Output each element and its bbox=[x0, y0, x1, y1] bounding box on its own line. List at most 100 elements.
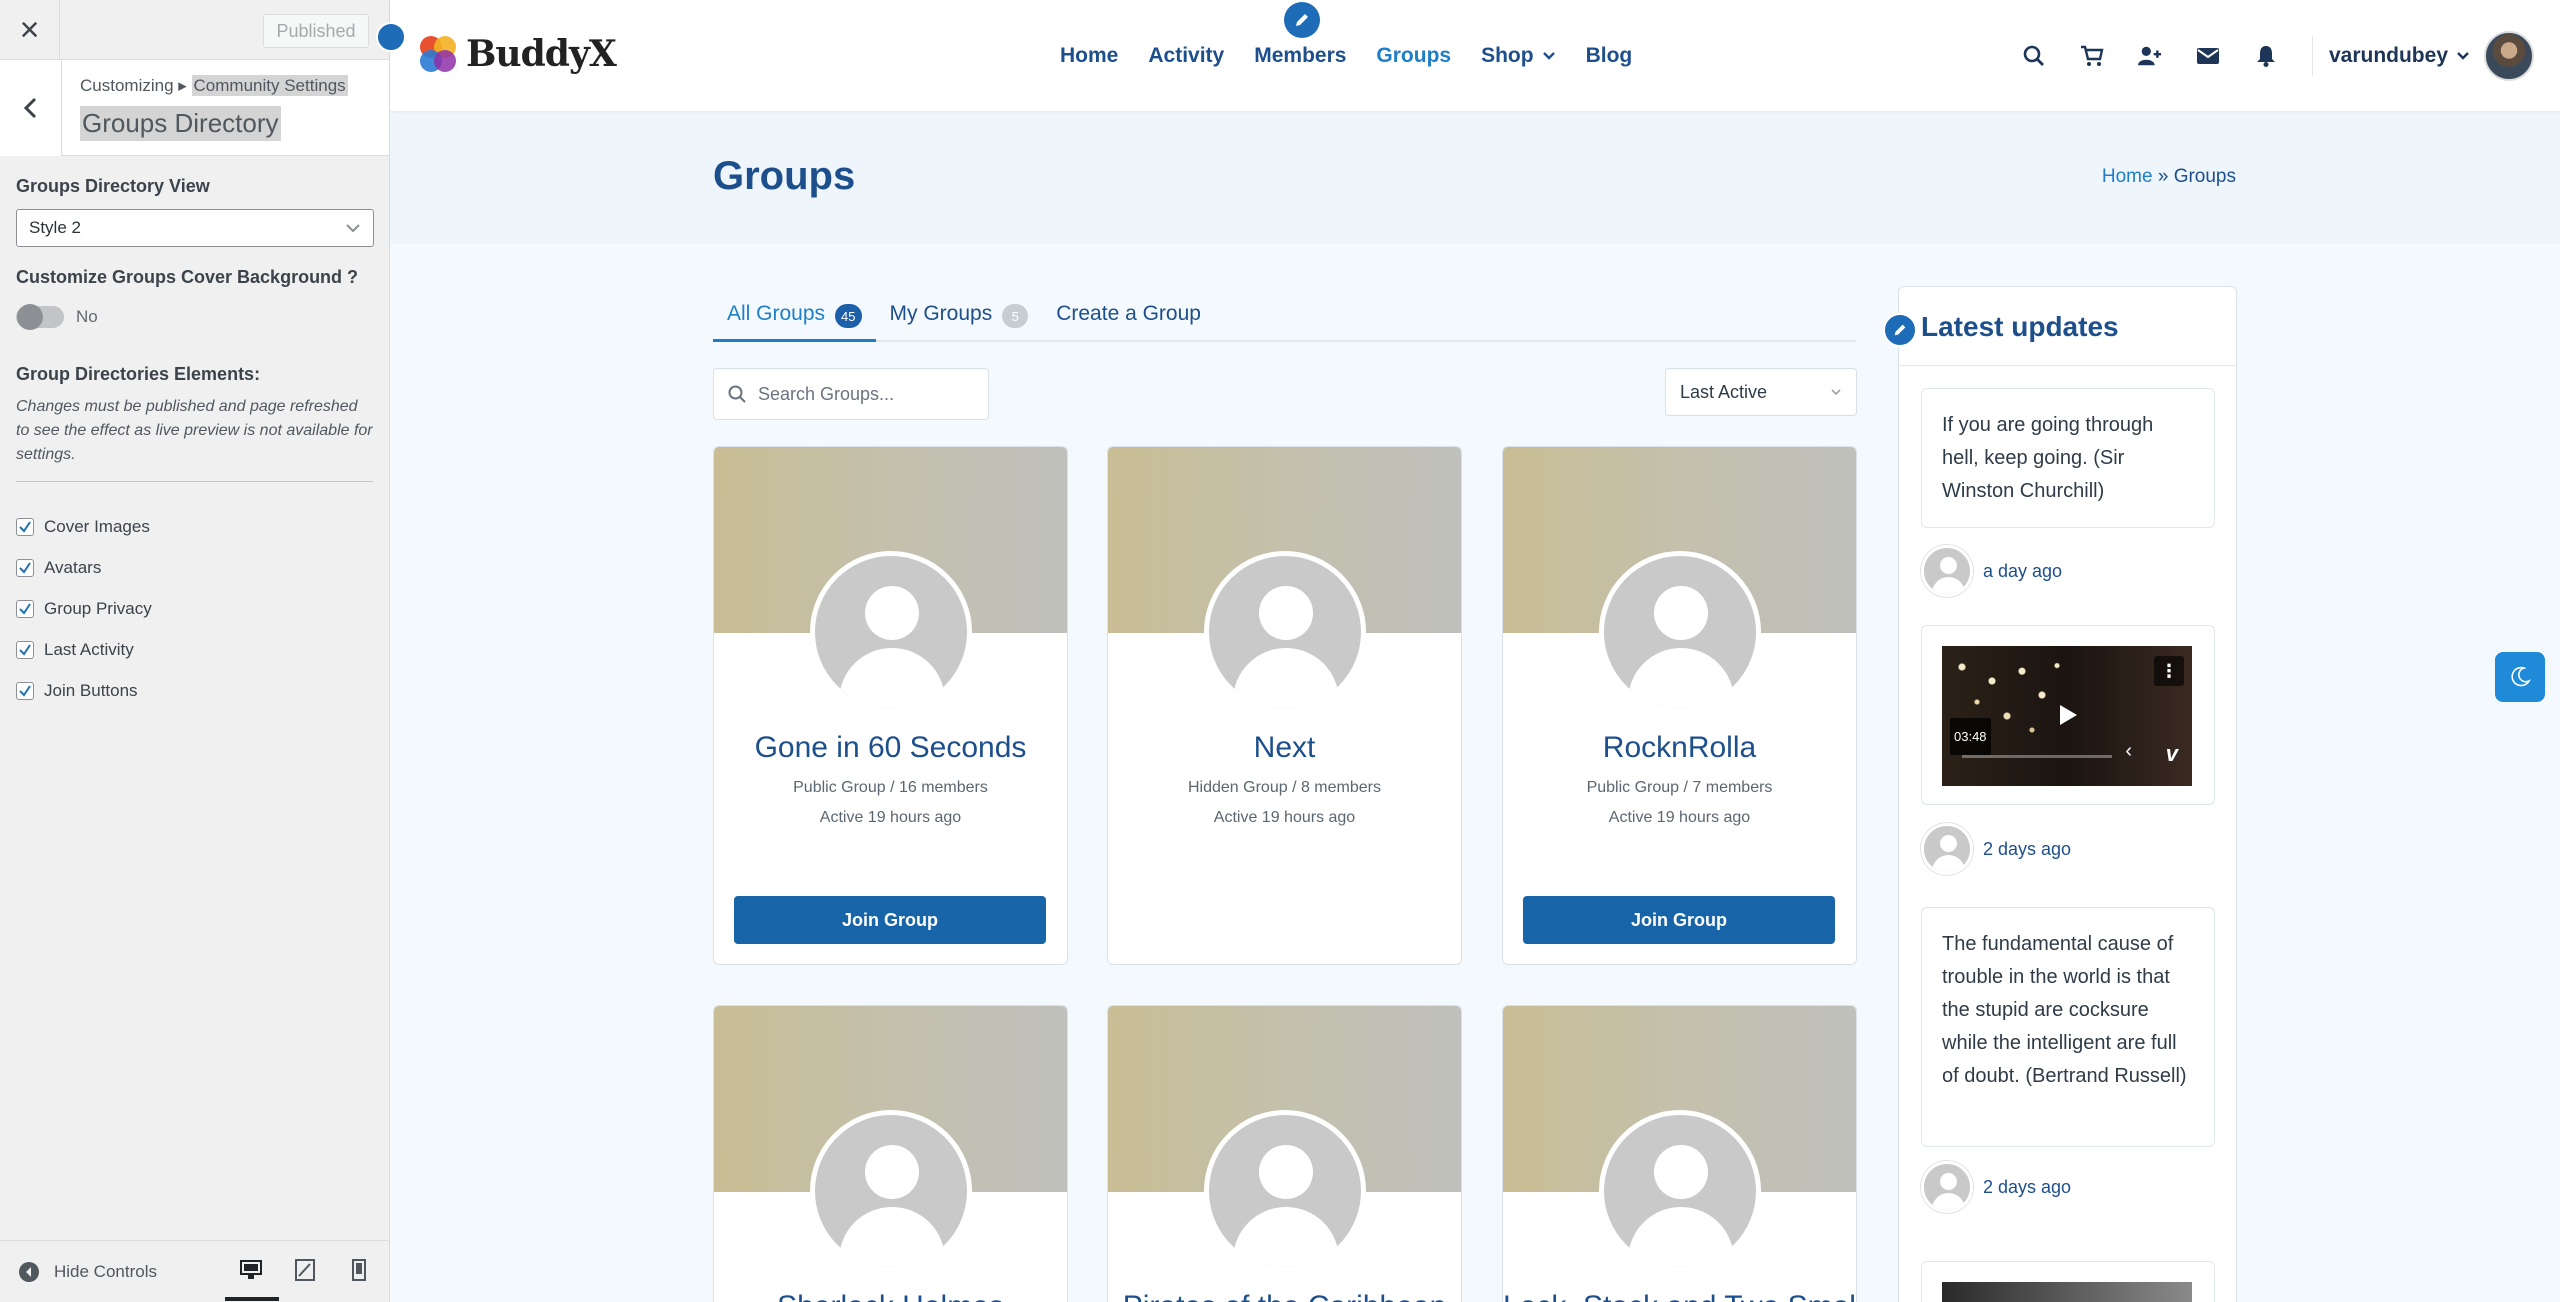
notifications-bell-icon[interactable] bbox=[2254, 44, 2278, 68]
user-menu[interactable]: varundubey bbox=[2329, 44, 2470, 68]
group-avatar[interactable] bbox=[1599, 1110, 1761, 1272]
tablet-preview-button[interactable] bbox=[289, 1253, 321, 1287]
groups-tabs: All Groups 45 My Groups 5 Create a Group bbox=[713, 296, 1856, 342]
checkbox-cover-images[interactable]: Cover Images bbox=[16, 506, 373, 547]
group-name[interactable]: Next bbox=[1108, 731, 1461, 765]
group-name[interactable]: Gone in 60 Seconds bbox=[714, 731, 1067, 765]
nav-home[interactable]: Home bbox=[1060, 44, 1118, 68]
update-time[interactable]: 2 days ago bbox=[1983, 1177, 2071, 1198]
messages-icon[interactable] bbox=[2196, 44, 2220, 68]
nav-blog[interactable]: Blog bbox=[1586, 44, 1633, 68]
group-card[interactable]: Next Hidden Group / 8 members Active 19 … bbox=[1107, 446, 1462, 965]
buddyx-logo-icon bbox=[420, 36, 456, 72]
join-group-button[interactable]: Join Group bbox=[1523, 896, 1835, 944]
search-icon[interactable] bbox=[2022, 44, 2046, 68]
cover-bg-toggle[interactable] bbox=[16, 304, 64, 330]
group-meta: Public Group / 16 members bbox=[793, 779, 988, 796]
divider bbox=[1899, 365, 2236, 366]
avatar[interactable] bbox=[1921, 545, 1973, 597]
close-icon: × bbox=[19, 10, 40, 49]
edit-widget-pencil-icon[interactable] bbox=[1883, 313, 1917, 347]
group-name[interactable]: RocknRolla bbox=[1503, 731, 1856, 765]
close-customizer-button[interactable]: × bbox=[0, 0, 60, 60]
tab-create-group[interactable]: Create a Group bbox=[1042, 296, 1215, 342]
avatar[interactable] bbox=[1921, 1161, 1973, 1213]
nav-members[interactable]: Members bbox=[1254, 44, 1346, 68]
edit-shortcut-icon[interactable] bbox=[376, 22, 406, 52]
avatar[interactable] bbox=[1921, 823, 1973, 875]
activity-update: If you are going through hell, keep goin… bbox=[1921, 388, 2215, 528]
chevron-left-icon[interactable]: ‹ bbox=[2125, 735, 2132, 768]
checkbox-checked-icon[interactable] bbox=[16, 599, 34, 618]
checkbox-join-buttons[interactable]: Join Buttons bbox=[16, 670, 373, 711]
play-icon[interactable] bbox=[2058, 704, 2078, 726]
tab-my-groups[interactable]: My Groups 5 bbox=[876, 296, 1043, 342]
site-logo[interactable]: BuddyX bbox=[416, 32, 617, 76]
checkbox-checked-icon[interactable] bbox=[16, 640, 34, 659]
group-card[interactable]: Gone in 60 Seconds Public Group / 16 mem… bbox=[713, 446, 1068, 965]
tablet-icon bbox=[295, 1259, 315, 1281]
checkbox-checked-icon[interactable] bbox=[16, 681, 34, 700]
group-card[interactable]: Lock, Stock and Two Smoking Barrels bbox=[1502, 1005, 1857, 1302]
group-card[interactable]: Sherlock Holmes bbox=[713, 1005, 1068, 1302]
update-meta: a day ago bbox=[1921, 545, 2062, 597]
latest-updates-widget: Latest updates If you are going through … bbox=[1898, 286, 2237, 1302]
group-meta: Hidden Group / 8 members bbox=[1188, 779, 1381, 796]
group-avatar[interactable] bbox=[810, 1110, 972, 1272]
group-name[interactable]: Lock, Stock and Two Smoking Barrels bbox=[1503, 1290, 1856, 1302]
video-embed[interactable] bbox=[1942, 1282, 2192, 1302]
group-avatar[interactable] bbox=[1599, 551, 1761, 713]
customizer-breadcrumb: Customizing ▸ Community Settings bbox=[80, 75, 348, 96]
checkbox-group-privacy[interactable]: Group Privacy bbox=[16, 588, 373, 629]
mobile-preview-button[interactable] bbox=[343, 1253, 375, 1287]
group-name[interactable]: Sherlock Holmes bbox=[714, 1290, 1067, 1302]
breadcrumb: Home » Groups bbox=[2101, 166, 2236, 187]
desktop-preview-button[interactable] bbox=[225, 1253, 279, 1301]
vimeo-logo-icon[interactable]: v bbox=[2166, 737, 2178, 770]
update-text: If you are going through hell, keep goin… bbox=[1942, 414, 2154, 502]
group-avatar[interactable] bbox=[1204, 551, 1366, 713]
tab-all-groups[interactable]: All Groups 45 bbox=[713, 296, 876, 342]
order-by-select[interactable]: Last Active bbox=[1665, 368, 1857, 416]
breadcrumb-current: Groups bbox=[2173, 166, 2236, 187]
customizer-footer: Hide Controls bbox=[0, 1240, 389, 1302]
device-preview-switcher bbox=[225, 1253, 375, 1301]
nav-groups[interactable]: Groups bbox=[1376, 44, 1451, 68]
more-options-icon[interactable]: ⋮ bbox=[2154, 656, 2184, 686]
moon-icon bbox=[2511, 666, 2532, 687]
divider bbox=[16, 481, 373, 482]
update-time[interactable]: a day ago bbox=[1983, 561, 2062, 582]
cart-icon[interactable] bbox=[2080, 44, 2104, 68]
chevron-left-icon bbox=[23, 97, 36, 119]
customizer-topbar: × Published bbox=[0, 0, 389, 60]
hide-controls-button[interactable]: Hide Controls bbox=[18, 1261, 157, 1283]
join-group-button[interactable]: Join Group bbox=[734, 896, 1046, 944]
checkbox-avatars[interactable]: Avatars bbox=[16, 547, 373, 588]
group-avatar[interactable] bbox=[1204, 1110, 1366, 1272]
directory-view-select[interactable]: Style 2 bbox=[16, 209, 374, 247]
nav-activity[interactable]: Activity bbox=[1148, 44, 1224, 68]
search-groups-input[interactable]: Search Groups... bbox=[713, 368, 989, 420]
group-name[interactable]: Pirates of the Caribbean bbox=[1108, 1290, 1461, 1302]
group-card[interactable]: Pirates of the Caribbean bbox=[1107, 1005, 1462, 1302]
activity-update: 03:48 ⋮ ‹ v bbox=[1921, 625, 2215, 805]
group-card[interactable]: RocknRolla Public Group / 7 members Acti… bbox=[1502, 446, 1857, 965]
video-embed[interactable]: 03:48 ⋮ ‹ v bbox=[1942, 646, 2192, 786]
avatar[interactable] bbox=[2484, 30, 2534, 81]
back-button[interactable] bbox=[0, 60, 62, 156]
breadcrumb-home-link[interactable]: Home bbox=[2102, 166, 2153, 187]
checkbox-checked-icon[interactable] bbox=[16, 558, 34, 577]
checkbox-checked-icon[interactable] bbox=[16, 517, 34, 536]
add-friend-icon[interactable] bbox=[2137, 44, 2162, 68]
dark-mode-toggle[interactable] bbox=[2495, 652, 2545, 702]
publish-button[interactable]: Published bbox=[263, 14, 369, 48]
nav-shop[interactable]: Shop bbox=[1481, 44, 1556, 68]
cover-bg-label: Customize Groups Cover Background ? bbox=[16, 267, 359, 287]
group-avatar[interactable] bbox=[810, 551, 972, 713]
group-meta: Public Group / 7 members bbox=[1586, 779, 1773, 796]
checkbox-last-activity[interactable]: Last Activity bbox=[16, 629, 373, 670]
update-time[interactable]: 2 days ago bbox=[1983, 839, 2071, 860]
video-progress-bar[interactable] bbox=[1962, 755, 2112, 758]
chevron-down-icon bbox=[2457, 51, 2469, 60]
directory-view-label: Groups Directory View bbox=[16, 176, 210, 196]
